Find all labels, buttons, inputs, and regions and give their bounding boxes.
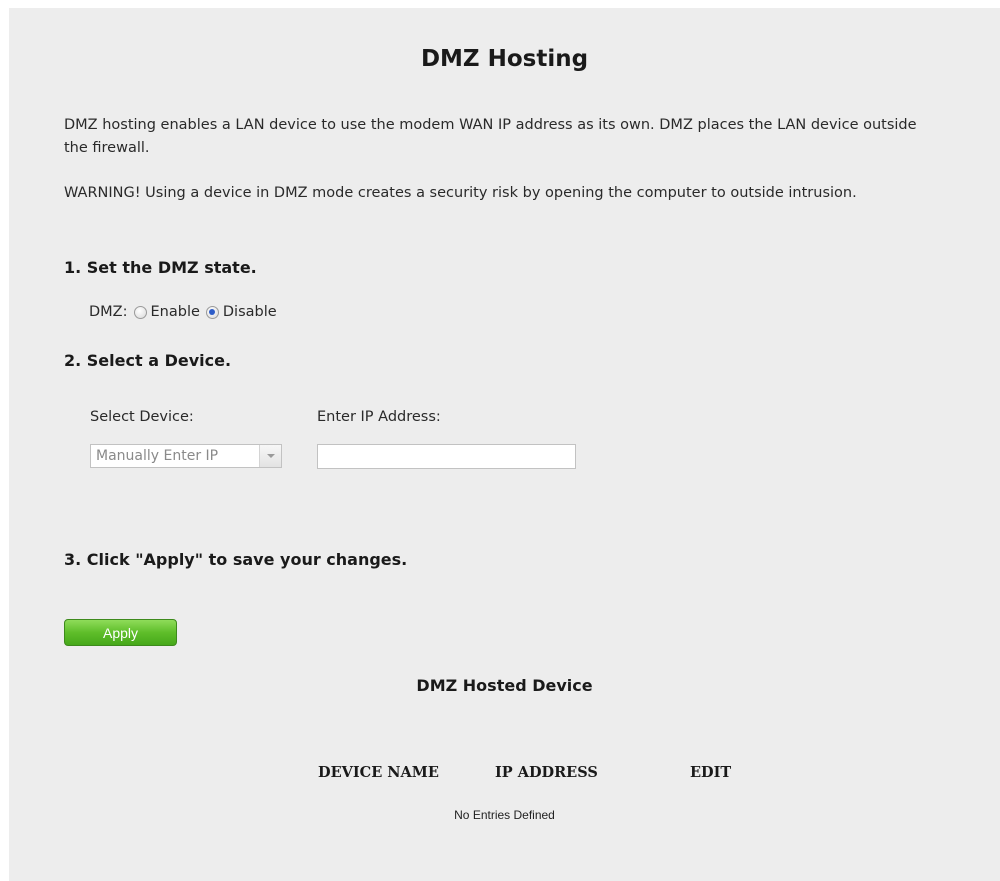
step3-heading: 3. Click "Apply" to save your changes. bbox=[64, 550, 408, 569]
select-device-dropdown[interactable]: Manually Enter IP bbox=[90, 444, 282, 468]
step1-heading: 1. Set the DMZ state. bbox=[64, 258, 257, 277]
ip-address-label: Enter IP Address: bbox=[317, 409, 441, 425]
column-header-ip-address: IP ADDRESS bbox=[495, 764, 598, 781]
warning-text: WARNING! Using a device in DMZ mode crea… bbox=[64, 185, 857, 201]
ip-address-input[interactable] bbox=[317, 444, 576, 469]
dmz-state-row: DMZ: Enable Disable bbox=[89, 304, 277, 320]
disable-radio[interactable] bbox=[205, 305, 219, 319]
description-text: DMZ hosting enables a LAN device to use … bbox=[64, 117, 917, 156]
dmz-hosting-panel: DMZ Hosting DMZ hosting enables a LAN de… bbox=[9, 8, 1000, 881]
page-title: DMZ Hosting bbox=[420, 46, 589, 72]
chevron-down-icon[interactable] bbox=[259, 445, 281, 467]
step2-heading: 2. Select a Device. bbox=[64, 351, 232, 370]
disable-radio-label[interactable]: Disable bbox=[223, 304, 277, 320]
hosted-device-title: DMZ Hosted Device bbox=[416, 676, 593, 695]
column-header-edit: EDIT bbox=[690, 764, 732, 781]
select-device-value: Manually Enter IP bbox=[96, 448, 219, 464]
apply-button[interactable]: Apply bbox=[64, 619, 177, 646]
column-header-device-name: DEVICE NAME bbox=[318, 764, 439, 781]
dmz-label: DMZ: bbox=[89, 304, 128, 320]
enable-radio[interactable] bbox=[133, 305, 147, 319]
enable-radio-label[interactable]: Enable bbox=[151, 304, 200, 320]
empty-table-message: No Entries Defined bbox=[454, 808, 555, 822]
select-device-label: Select Device: bbox=[90, 409, 194, 425]
